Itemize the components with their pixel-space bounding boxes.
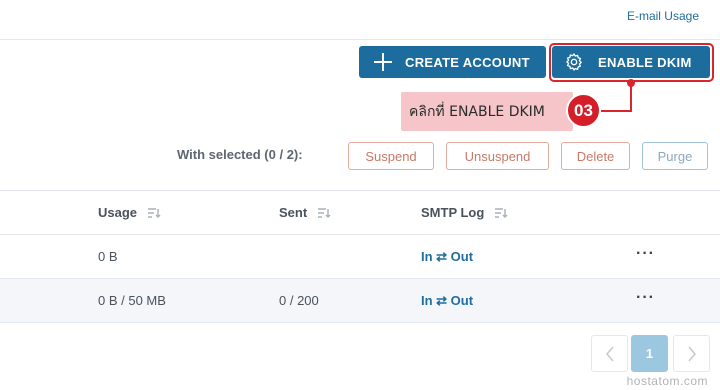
create-account-button[interactable]: CREATE ACCOUNT: [359, 46, 546, 78]
suspend-button[interactable]: Suspend: [348, 142, 434, 170]
create-account-label: CREATE ACCOUNT: [405, 54, 530, 70]
table-row: 0 B In ⇄ Out ···: [0, 235, 720, 279]
table-header: Usage Sent SMTP Log: [0, 190, 720, 235]
plus-icon: [373, 52, 393, 72]
highlight-box: [549, 43, 714, 82]
column-label: SMTP Log: [421, 205, 485, 220]
purge-button[interactable]: Purge: [642, 142, 708, 170]
email-usage-link[interactable]: E-mail Usage: [627, 9, 699, 23]
top-bar: E-mail Usage: [0, 0, 720, 40]
callout-connector: [598, 110, 632, 112]
pagination-page-current[interactable]: 1: [631, 335, 668, 372]
pagination-prev-button[interactable]: [591, 335, 628, 372]
bulk-selection-label: With selected (0 / 2):: [177, 147, 303, 162]
smtp-log-link[interactable]: In ⇄ Out: [421, 249, 473, 265]
instruction-text: คลิกที่ ENABLE DKIM: [409, 103, 545, 120]
usage-cell: 0 B: [98, 249, 118, 264]
callout-connector: [630, 82, 632, 112]
unsuspend-button[interactable]: Unsuspend: [446, 142, 549, 170]
usage-cell: 0 B / 50 MB: [98, 293, 166, 308]
more-icon[interactable]: ···: [636, 245, 655, 263]
column-label: Sent: [279, 205, 308, 220]
sort-icon[interactable]: [317, 207, 331, 219]
delete-button[interactable]: Delete: [561, 142, 630, 170]
chevron-right-icon: [687, 346, 696, 361]
more-icon[interactable]: ···: [636, 289, 655, 307]
column-header-usage[interactable]: Usage: [98, 205, 161, 220]
column-header-sent[interactable]: Sent: [279, 205, 331, 220]
sort-icon[interactable]: [494, 207, 508, 219]
sent-cell: 0 / 200: [279, 293, 319, 308]
watermark: hostatom.com: [626, 374, 708, 388]
pagination-next-button[interactable]: [673, 335, 710, 372]
step-badge: 03: [566, 93, 601, 128]
instruction-callout: คลิกที่ ENABLE DKIM: [401, 92, 573, 131]
column-label: Usage: [98, 205, 138, 220]
smtp-log-link[interactable]: In ⇄ Out: [421, 293, 473, 309]
column-header-smtp-log[interactable]: SMTP Log: [421, 205, 508, 220]
table-row: 0 B / 50 MB 0 / 200 In ⇄ Out ···: [0, 279, 720, 323]
sort-icon[interactable]: [147, 207, 161, 219]
chevron-left-icon: [605, 346, 614, 361]
